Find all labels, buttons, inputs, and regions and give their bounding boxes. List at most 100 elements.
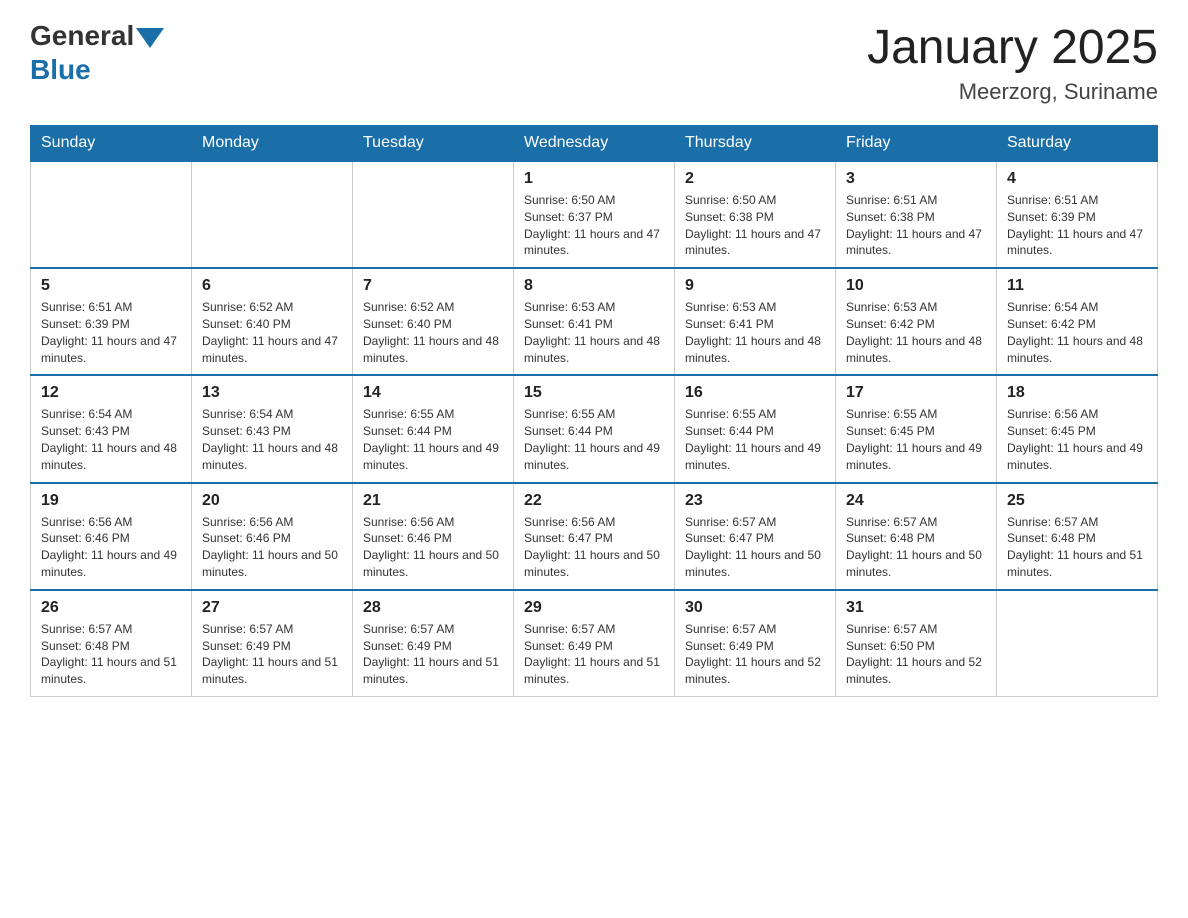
calendar-cell: 13 Sunrise: 6:54 AMSunset: 6:43 PMDayligh… [192, 375, 353, 482]
calendar-cell: 16 Sunrise: 6:55 AMSunset: 6:44 PMDayligh… [675, 375, 836, 482]
day-info: Sunrise: 6:57 AMSunset: 6:48 PMDaylight:… [1007, 514, 1147, 581]
calendar-cell: 21 Sunrise: 6:56 AMSunset: 6:46 PMDayligh… [353, 483, 514, 590]
day-number: 25 [1007, 492, 1147, 510]
day-number: 7 [363, 277, 503, 295]
title-section: January 2025 Meerzorg, Suriname [867, 20, 1158, 105]
calendar-cell: 22 Sunrise: 6:56 AMSunset: 6:47 PMDayligh… [514, 483, 675, 590]
calendar-cell: 14Sunrise: 6:55 AMSunset: 6:44 PMDayligh… [353, 375, 514, 482]
day-info: Sunrise: 6:57 AMSunset: 6:48 PMDaylight:… [41, 621, 181, 688]
day-info: Sunrise: 6:50 AMSunset: 6:38 PMDaylight:… [685, 192, 825, 259]
day-info: Sunrise: 6:57 AMSunset: 6:49 PMDaylight:… [202, 621, 342, 688]
day-number: 1 [524, 170, 664, 188]
page-header: General Blue January 2025 Meerzorg, Suri… [30, 20, 1158, 105]
day-number: 15 [524, 384, 664, 402]
calendar-cell: 8Sunrise: 6:53 AMSunset: 6:41 PMDaylight… [514, 268, 675, 375]
calendar-header-monday: Monday [192, 126, 353, 162]
day-number: 3 [846, 170, 986, 188]
day-number: 12 [41, 384, 181, 402]
calendar-cell: 6Sunrise: 6:52 AMSunset: 6:40 PMDaylight… [192, 268, 353, 375]
calendar-week-2: 5Sunrise: 6:51 AMSunset: 6:39 PMDaylight… [31, 268, 1158, 375]
calendar-cell: 23 Sunrise: 6:57 AMSunset: 6:47 PMDayligh… [675, 483, 836, 590]
calendar-cell: 26 Sunrise: 6:57 AMSunset: 6:48 PMDayligh… [31, 590, 192, 697]
day-info: Sunrise: 6:56 AMSunset: 6:46 PMDaylight:… [41, 514, 181, 581]
logo-general-text: General [30, 20, 134, 52]
day-info: Sunrise: 6:53 AMSunset: 6:42 PMDaylight:… [846, 299, 986, 366]
day-info: Sunrise: 6:56 AMSunset: 6:47 PMDaylight:… [524, 514, 664, 581]
calendar-week-4: 19 Sunrise: 6:56 AMSunset: 6:46 PMDayligh… [31, 483, 1158, 590]
day-info: Sunrise: 6:51 AMSunset: 6:38 PMDaylight:… [846, 192, 986, 259]
day-number: 26 [41, 599, 181, 617]
day-info: Sunrise: 6:55 AMSunset: 6:44 PMDaylight:… [685, 406, 825, 473]
day-number: 5 [41, 277, 181, 295]
day-number: 31 [846, 599, 986, 617]
month-title: January 2025 [867, 20, 1158, 75]
day-number: 24 [846, 492, 986, 510]
day-info: Sunrise: 6:55 AMSunset: 6:45 PMDaylight:… [846, 406, 986, 473]
calendar-cell: 28 Sunrise: 6:57 AMSunset: 6:49 PMDayligh… [353, 590, 514, 697]
day-info: Sunrise: 6:56 AMSunset: 6:46 PMDaylight:… [363, 514, 503, 581]
calendar-cell: 31 Sunrise: 6:57 AMSunset: 6:50 PMDayligh… [836, 590, 997, 697]
day-number: 19 [41, 492, 181, 510]
day-info: Sunrise: 6:54 AMSunset: 6:43 PMDaylight:… [202, 406, 342, 473]
calendar-cell: 18Sunrise: 6:56 AMSunset: 6:45 PMDayligh… [997, 375, 1158, 482]
calendar-cell: 2Sunrise: 6:50 AMSunset: 6:38 PMDaylight… [675, 161, 836, 268]
calendar-header-sunday: Sunday [31, 126, 192, 162]
day-number: 16 [685, 384, 825, 402]
calendar-header-row: SundayMondayTuesdayWednesdayThursdayFrid… [31, 126, 1158, 162]
day-number: 28 [363, 599, 503, 617]
day-number: 21 [363, 492, 503, 510]
calendar-header-tuesday: Tuesday [353, 126, 514, 162]
day-number: 22 [524, 492, 664, 510]
logo-arrow-icon [136, 28, 164, 48]
day-info: Sunrise: 6:52 AMSunset: 6:40 PMDaylight:… [363, 299, 503, 366]
calendar-cell: 25 Sunrise: 6:57 AMSunset: 6:48 PMDayligh… [997, 483, 1158, 590]
calendar-cell: 5Sunrise: 6:51 AMSunset: 6:39 PMDaylight… [31, 268, 192, 375]
day-number: 4 [1007, 170, 1147, 188]
calendar-header-friday: Friday [836, 126, 997, 162]
calendar-cell: 9 Sunrise: 6:53 AMSunset: 6:41 PMDaylight… [675, 268, 836, 375]
day-number: 29 [524, 599, 664, 617]
day-info: Sunrise: 6:51 AMSunset: 6:39 PMDaylight:… [1007, 192, 1147, 259]
day-number: 10 [846, 277, 986, 295]
day-info: Sunrise: 6:57 AMSunset: 6:50 PMDaylight:… [846, 621, 986, 688]
day-info: Sunrise: 6:53 AMSunset: 6:41 PMDaylight:… [685, 299, 825, 366]
calendar-week-3: 12 Sunrise: 6:54 AMSunset: 6:43 PMDayligh… [31, 375, 1158, 482]
calendar-header-thursday: Thursday [675, 126, 836, 162]
day-info: Sunrise: 6:57 AMSunset: 6:49 PMDaylight:… [363, 621, 503, 688]
calendar-cell: 30Sunrise: 6:57 AMSunset: 6:49 PMDayligh… [675, 590, 836, 697]
calendar-week-1: 1 Sunrise: 6:50 AMSunset: 6:37 PMDaylight… [31, 161, 1158, 268]
day-number: 9 [685, 277, 825, 295]
day-number: 27 [202, 599, 342, 617]
day-number: 17 [846, 384, 986, 402]
day-number: 20 [202, 492, 342, 510]
calendar-table: SundayMondayTuesdayWednesdayThursdayFrid… [30, 125, 1158, 697]
calendar-cell: 7 Sunrise: 6:52 AMSunset: 6:40 PMDaylight… [353, 268, 514, 375]
calendar-cell: 17 Sunrise: 6:55 AMSunset: 6:45 PMDayligh… [836, 375, 997, 482]
day-info: Sunrise: 6:56 AMSunset: 6:46 PMDaylight:… [202, 514, 342, 581]
day-number: 11 [1007, 277, 1147, 295]
calendar-cell: 24 Sunrise: 6:57 AMSunset: 6:48 PMDayligh… [836, 483, 997, 590]
day-info: Sunrise: 6:54 AMSunset: 6:43 PMDaylight:… [41, 406, 181, 473]
calendar-week-5: 26 Sunrise: 6:57 AMSunset: 6:48 PMDayligh… [31, 590, 1158, 697]
calendar-cell: 29Sunrise: 6:57 AMSunset: 6:49 PMDayligh… [514, 590, 675, 697]
day-info: Sunrise: 6:57 AMSunset: 6:47 PMDaylight:… [685, 514, 825, 581]
day-number: 23 [685, 492, 825, 510]
day-info: Sunrise: 6:56 AMSunset: 6:45 PMDaylight:… [1007, 406, 1147, 473]
location-subtitle: Meerzorg, Suriname [867, 79, 1158, 105]
day-number: 14 [363, 384, 503, 402]
calendar-cell [997, 590, 1158, 697]
calendar-cell [31, 161, 192, 268]
calendar-cell: 15Sunrise: 6:55 AMSunset: 6:44 PMDayligh… [514, 375, 675, 482]
logo-blue-text: Blue [30, 54, 91, 86]
day-info: Sunrise: 6:50 AMSunset: 6:37 PMDaylight:… [524, 192, 664, 259]
day-info: Sunrise: 6:53 AMSunset: 6:41 PMDaylight:… [524, 299, 664, 366]
day-number: 30 [685, 599, 825, 617]
calendar-cell: 1 Sunrise: 6:50 AMSunset: 6:37 PMDaylight… [514, 161, 675, 268]
logo: General Blue [30, 20, 166, 86]
calendar-cell: 4 Sunrise: 6:51 AMSunset: 6:39 PMDaylight… [997, 161, 1158, 268]
day-number: 13 [202, 384, 342, 402]
day-info: Sunrise: 6:52 AMSunset: 6:40 PMDaylight:… [202, 299, 342, 366]
day-info: Sunrise: 6:57 AMSunset: 6:48 PMDaylight:… [846, 514, 986, 581]
calendar-cell: 19 Sunrise: 6:56 AMSunset: 6:46 PMDayligh… [31, 483, 192, 590]
calendar-header-saturday: Saturday [997, 126, 1158, 162]
